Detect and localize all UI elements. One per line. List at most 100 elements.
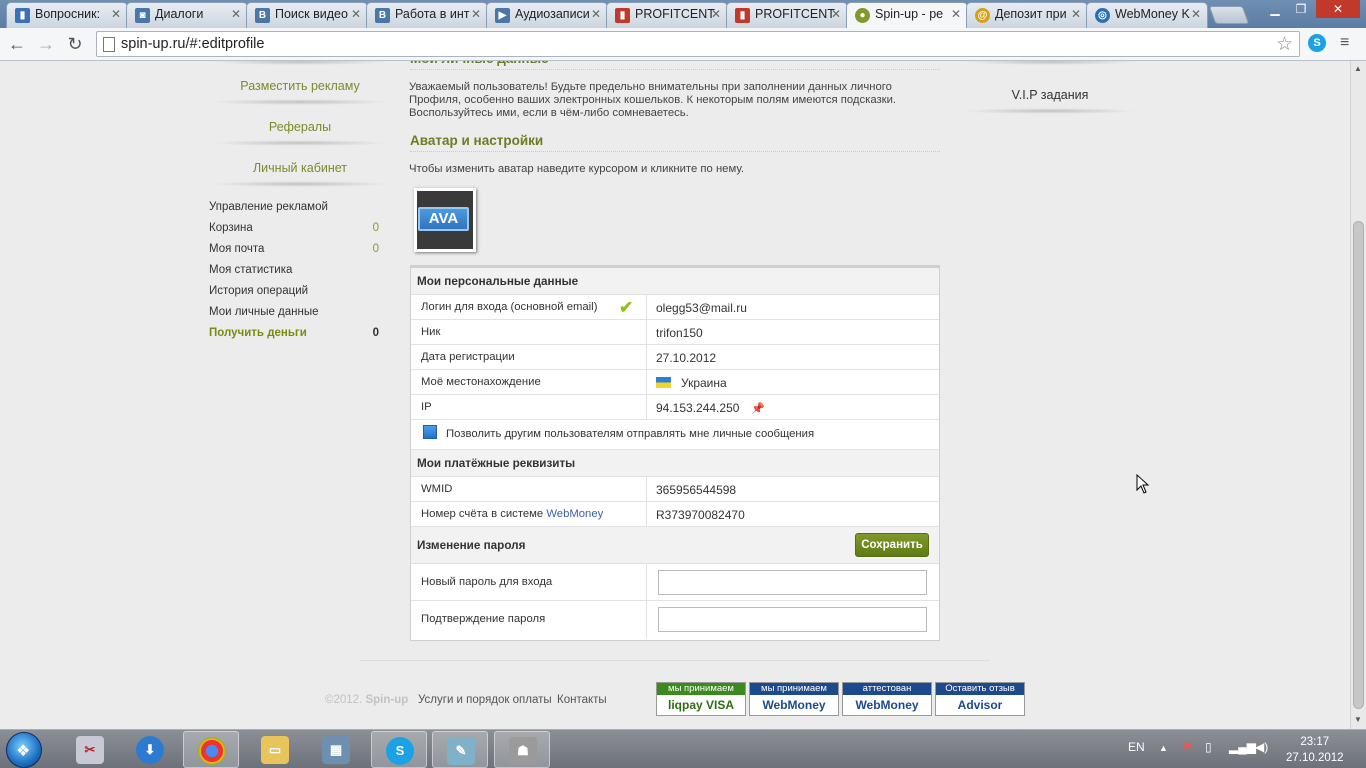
menu-wrench-icon[interactable]: ≡ [1340,34,1349,52]
tab-label: Spin-up - ре [875,7,944,21]
cabinet-item-label: Управление рекламой [209,201,328,213]
reload-icon[interactable]: ↻ [64,33,86,55]
liqpay-badge[interactable]: мы принимаем liqpay VISA [656,682,746,716]
taskbar-app-calculator[interactable]: ▦ [308,731,364,768]
advisor-badge[interactable]: Оставить отзыв Advisor [935,682,1025,716]
system-clock[interactable]: 23:17 27.10.2012 [1286,734,1344,766]
confirm-password-input[interactable] [658,607,927,632]
scroll-up-arrow-icon[interactable]: ▲ [1354,64,1362,73]
close-icon[interactable]: ✕ [351,7,361,21]
location-value: Украина [656,370,727,394]
forward-arrow-icon[interactable]: → [35,33,57,55]
scrollbar-thumb[interactable] [1353,221,1364,709]
skype-extension-icon[interactable]: S [1308,34,1326,52]
tab-spinup[interactable]: ● Spin-up - ре ✕ [846,2,968,29]
close-icon[interactable]: ✕ [1071,7,1081,21]
windows-taskbar: ❖ ✂ ⬇ ▭ ▦ S ✎ ☗ EN ▲ ⚑ ▯ ▂▄▆ ◀) 23:17 27… [0,729,1366,768]
start-button[interactable]: ❖ [6,732,42,768]
cabinet-item-count: 0 [372,243,379,255]
tab-dialogi[interactable]: ◙ Диалоги ✕ [126,2,248,28]
row-label: Подтверждение пароля [421,613,546,625]
nav-razmestit-reklamu[interactable]: Разместить рекламу [210,79,390,93]
browser-tabstrip: ▮ Вопросник: ✕ ◙ Диалоги ✕ B Поиск видео… [0,0,1366,29]
save-button[interactable]: Сохранить [855,533,929,557]
tab-profitcent-2[interactable]: ▮ PROFITCENT ✕ [726,2,848,28]
footer-contacts-link[interactable]: Контакты [557,694,607,706]
purse-label-text: Номер счёта в системе [421,508,547,520]
maximize-button[interactable]: ❐ [1288,0,1314,18]
cabinet-item-statistika[interactable]: Моя статистика [209,264,381,276]
cabinet-item-lichnye-dannye[interactable]: Мои личные данные [209,306,381,318]
row-wmid: WMID 365956544598 [411,477,939,502]
volume-icon[interactable]: ◀) [1255,740,1268,754]
tab-rabota[interactable]: B Работа в инт ✕ [366,2,488,28]
nav-referaly[interactable]: Рефералы [210,120,390,134]
taskbar-app-tools[interactable]: ✂ [62,731,118,768]
tab-webmoney[interactable]: ◎ WebMoney K ✕ [1086,2,1208,28]
footer-services-link[interactable]: Услуги и порядок оплаты [418,694,552,706]
bookmark-star-icon[interactable]: ☆ [1276,33,1293,56]
taskbar-app-robot[interactable]: ☗ [494,731,550,768]
taskbar-app-skype[interactable]: S [371,731,427,768]
tab-audio[interactable]: ▶ Аудиозаписи ✕ [486,2,608,28]
personal-data-header: Мои персональные данные [411,268,939,295]
taskbar-app-notes[interactable]: ✎ [432,731,488,768]
vip-tasks-link[interactable]: V.I.P задания [962,88,1138,102]
close-icon[interactable]: ✕ [831,7,841,21]
tab-poisk-video[interactable]: B Поиск видео ✕ [246,2,368,28]
nav-lichnyi-kabinet[interactable]: Личный кабинет [210,161,390,175]
show-hidden-icons-arrow-icon[interactable]: ▲ [1159,743,1168,753]
cabinet-item-pochta[interactable]: Моя почта 0 [209,243,381,255]
registration-date-value: 27.10.2012 [656,351,717,365]
new-password-input[interactable] [658,570,927,595]
badge-bottom-text: Advisor [957,698,1003,712]
tab-label: Вопросник: [35,7,101,21]
address-bar[interactable]: spin-up.ru/#:editprofile ☆ [96,31,1300,57]
spinup-icon: ● [855,8,870,23]
close-icon[interactable]: ✕ [951,7,961,21]
close-icon[interactable]: ✕ [591,7,601,21]
avatar-placeholder: AVA [418,207,469,231]
page-scrollbar[interactable]: ▲ ▼ [1350,61,1366,729]
row-allow-messages: Позволить другим пользователям отправлят… [411,420,939,450]
action-center-flag-icon[interactable]: ⚑ [1182,740,1193,754]
browser-toolbar: ← → ↻ spin-up.ru/#:editprofile ☆ S ≡ [0,28,1366,61]
close-icon[interactable]: ✕ [711,7,721,21]
new-tab-button[interactable] [1208,6,1250,24]
taskbar-app-chrome[interactable] [183,731,239,768]
cabinet-item-korzina[interactable]: Корзина 0 [209,222,381,234]
back-arrow-icon[interactable]: ← [6,33,28,55]
minimize-button[interactable]: ▁ [1262,0,1288,18]
language-indicator[interactable]: EN [1128,740,1145,754]
close-icon[interactable]: ✕ [471,7,481,21]
badge-top-text: мы принимаем [750,683,838,695]
taskbar-app-download[interactable]: ⬇ [122,731,178,768]
avatar[interactable]: AVA [414,188,476,252]
password-header: Изменение пароля Сохранить [411,527,939,564]
webmoney-accept-badge[interactable]: мы принимаем WebMoney [749,682,839,716]
close-icon[interactable]: ✕ [111,7,121,21]
allow-messages-checkbox[interactable] [423,425,437,439]
close-icon[interactable]: ✕ [231,7,241,21]
cabinet-item-label: Моя почта [209,243,265,255]
webmoney-icon: ◎ [1095,8,1110,23]
profile-form: Мои персональные данные Логин для входа … [410,265,940,641]
device-icon[interactable]: ▯ [1205,740,1212,754]
network-signal-icon[interactable]: ▂▄▆ [1229,740,1256,754]
close-icon[interactable]: ✕ [1191,7,1201,21]
window-close-button[interactable]: ✕ [1316,0,1360,18]
scroll-down-arrow-icon[interactable]: ▼ [1354,715,1362,724]
webmoney-attested-badge[interactable]: аттестован WebMoney [842,682,932,716]
taskbar-app-explorer[interactable]: ▭ [247,731,303,768]
webmoney-link[interactable]: WebMoney [546,508,603,520]
header-label: Изменение пароля [417,539,526,552]
cabinet-item-poluchit-dengi[interactable]: Получить деньги 0 [209,327,381,339]
url-text[interactable]: spin-up.ru/#:editprofile [121,36,264,52]
cabinet-item-reklama[interactable]: Управление рекламой [209,201,381,213]
tab-deposit[interactable]: @ Депозит при ✕ [966,2,1088,28]
tab-profitcent-1[interactable]: ▮ PROFITCENT ✕ [606,2,728,28]
tab-voprosnik[interactable]: ▮ Вопросник: ✕ [6,2,128,28]
vk-icon: B [375,8,390,23]
pin-icon[interactable]: 📌 [751,403,765,415]
cabinet-item-istoriya[interactable]: История операций [209,285,381,297]
